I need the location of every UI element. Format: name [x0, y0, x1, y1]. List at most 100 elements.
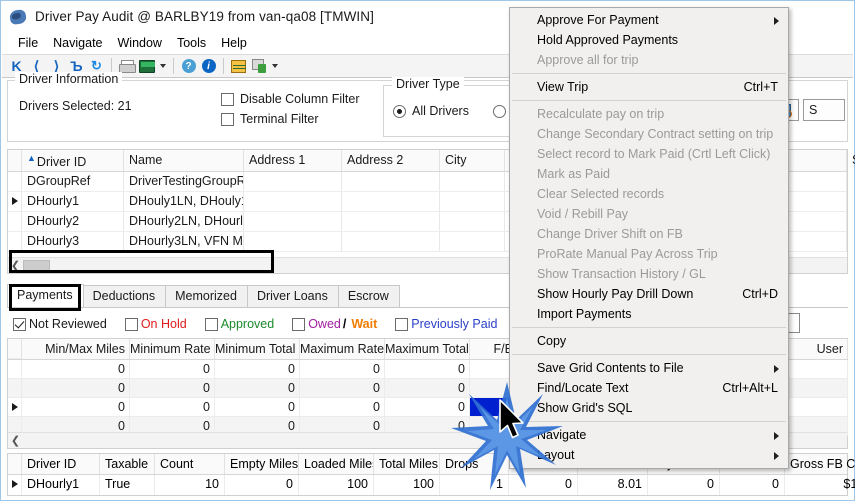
checkbox-terminal-filter[interactable]: Terminal Filter	[221, 112, 359, 126]
payments-header-minimum-rate[interactable]: Minimum Rate	[130, 339, 215, 359]
menu-window[interactable]: Window	[111, 34, 170, 52]
cell-total-miles: 100	[374, 475, 440, 495]
radio-company-drivers-dot[interactable]	[493, 105, 506, 118]
cell-driver-id: DGroupRef	[22, 172, 124, 191]
driver-grid-header-indicator	[8, 150, 22, 171]
summary-header-total-miles[interactable]: Total Miles	[374, 454, 440, 474]
driver-grid-header-address2[interactable]: Address 2	[342, 150, 440, 171]
menu-item-hold-approved-payments[interactable]: Hold Approved Payments	[510, 30, 788, 50]
filter-previously-paid[interactable]: Previously Paid	[395, 317, 497, 331]
monitor-icon[interactable]	[137, 56, 156, 76]
payments-header-maximum-total[interactable]: Maximum Total	[385, 339, 470, 359]
menu-item-label: Mark as Paid	[537, 167, 610, 181]
menu-item-show-hourly-pay-drill-down[interactable]: Show Hourly Pay Drill Down Ctrl+D	[510, 284, 788, 304]
menu-file[interactable]: File	[11, 34, 46, 52]
chevron-down-icon-screen[interactable]	[157, 56, 168, 76]
checkbox-disable-column-filter-box[interactable]	[221, 93, 234, 106]
summary-header-drops[interactable]: Drops	[440, 454, 509, 474]
menu-item-view-trip[interactable]: View Trip Ctrl+T	[510, 77, 788, 97]
radio-all-drivers-dot[interactable]	[393, 105, 406, 118]
menu-item-label: Void / Rebill Pay	[537, 207, 628, 221]
tab-escrow[interactable]: Escrow	[338, 285, 400, 307]
filter-not-reviewed-checkbox[interactable]	[13, 318, 26, 331]
menu-item-approve-for-payment[interactable]: Approve For Payment	[510, 10, 788, 30]
payments-header-minmax-miles[interactable]: Min/Max Miles	[22, 339, 130, 359]
menu-item-copy[interactable]: Copy	[510, 331, 788, 351]
filter-on-hold[interactable]: On Hold	[125, 317, 187, 331]
driver-grid-header-seniority[interactable]: Seniority	[847, 150, 855, 171]
cell-city	[440, 232, 505, 251]
driver-grid-header-driver-id[interactable]: ▲Driver ID	[22, 150, 124, 171]
cell-minimum-total: 0	[215, 360, 300, 379]
cell-name: DHouly1LN, DHouly1F	[124, 192, 244, 211]
export-icon[interactable]	[249, 56, 268, 76]
summary-header-count[interactable]: Count	[155, 454, 225, 474]
filter-previously-paid-checkbox[interactable]	[395, 318, 408, 331]
menu-item-label: ProRate Manual Pay Across Trip	[537, 247, 718, 261]
summary-header-gross-fb-charges[interactable]: Gross FB Charges	[785, 454, 855, 474]
menu-separator	[512, 73, 786, 74]
menu-item-find-locate-text[interactable]: Find/Locate Text Ctrl+Alt+L	[510, 378, 788, 398]
filter-owed-wait[interactable]: Owed / Wait	[292, 317, 377, 331]
filter-approved-checkbox[interactable]	[205, 318, 218, 331]
checkbox-disable-column-filter[interactable]: Disable Column Filter	[221, 92, 359, 106]
cell-count: 10	[155, 475, 225, 495]
cell-city	[440, 212, 505, 231]
context-menu[interactable]: Approve For Payment Hold Approved Paymen…	[509, 7, 789, 469]
driver-grid-header-address1[interactable]: Address 1	[244, 150, 342, 171]
scroll-left-icon[interactable]: ❮	[8, 259, 23, 272]
menu-item-label: Copy	[537, 334, 566, 348]
menu-item-navigate[interactable]: Navigate	[510, 425, 788, 445]
menu-help[interactable]: Help	[214, 34, 255, 52]
chevron-right-icon	[774, 17, 779, 25]
tab-payments[interactable]: Payments	[7, 284, 84, 307]
question-icon[interactable]: ?	[179, 56, 198, 76]
info-icon[interactable]: i	[199, 56, 218, 76]
cell-address2	[342, 232, 440, 251]
summary-header-driver-id[interactable]: Driver ID	[22, 454, 100, 474]
menu-item-label: Save Grid Contents to File	[537, 361, 684, 375]
summary-header-loaded-miles[interactable]: Loaded Miles	[299, 454, 374, 474]
cell-minmax-miles: 0	[22, 398, 130, 417]
menu-item-approve-all-for-trip: Approve all for trip	[510, 50, 788, 70]
tab-memorized[interactable]: Memorized	[165, 285, 248, 307]
tab-deductions[interactable]: Deductions	[83, 285, 167, 307]
chevron-right-icon	[774, 365, 779, 373]
menu-item-layout[interactable]: Layout	[510, 445, 788, 465]
chevron-down-icon-export[interactable]	[269, 56, 280, 76]
search-button[interactable]: S	[803, 99, 845, 121]
menu-item-label: Change Secondary Contract setting on tri…	[537, 127, 773, 141]
checkbox-terminal-filter-label: Terminal Filter	[240, 112, 319, 126]
cell-maximum-rate: 0	[300, 379, 385, 398]
menu-item-save-grid-contents-to-file[interactable]: Save Grid Contents to File	[510, 358, 788, 378]
row-indicator	[8, 379, 22, 398]
filter-approved[interactable]: Approved	[205, 317, 275, 331]
menu-item-show-grids-sql[interactable]: Show Grid's SQL	[510, 398, 788, 418]
driver-grid-header-city[interactable]: City	[440, 150, 505, 171]
grid-icon[interactable]	[229, 56, 248, 76]
scroll-left-icon[interactable]: ❮	[8, 434, 23, 447]
filter-on-hold-checkbox[interactable]	[125, 318, 138, 331]
scrollbar-thumb[interactable]	[23, 260, 50, 272]
checkbox-terminal-filter-box[interactable]	[221, 113, 234, 126]
application-window: Driver Pay Audit @ BARLBY19 from van-qa0…	[0, 0, 855, 501]
table-row[interactable]: DHourly1 True 10 0 100 100 1 0 8.01 0 0 …	[8, 475, 847, 495]
menu-item-label: Import Payments	[537, 307, 631, 321]
menu-navigate[interactable]: Navigate	[46, 34, 110, 52]
cell-drops: 1	[440, 475, 509, 495]
menu-item-import-payments[interactable]: Import Payments	[510, 304, 788, 324]
menu-tools[interactable]: Tools	[170, 34, 214, 52]
summary-header-empty-miles[interactable]: Empty Miles	[225, 454, 299, 474]
row-indicator	[8, 212, 22, 231]
checkbox-disable-column-filter-label: Disable Column Filter	[240, 92, 359, 106]
menu-item-label: Layout	[537, 448, 575, 462]
payments-header-minimum-total[interactable]: Minimum Total	[215, 339, 300, 359]
filter-owed-checkbox[interactable]	[292, 318, 305, 331]
tab-driver-loans[interactable]: Driver Loans	[247, 285, 339, 307]
cell-name: DHourly3LN, VFN M	[124, 232, 244, 251]
driver-grid-header-name[interactable]: Name	[124, 150, 244, 171]
payments-header-maximum-rate[interactable]: Maximum Rate	[300, 339, 385, 359]
summary-header-taxable[interactable]: Taxable	[100, 454, 155, 474]
radio-all-drivers[interactable]: All Drivers	[393, 104, 469, 118]
filter-not-reviewed[interactable]: Not Reviewed	[13, 317, 107, 331]
